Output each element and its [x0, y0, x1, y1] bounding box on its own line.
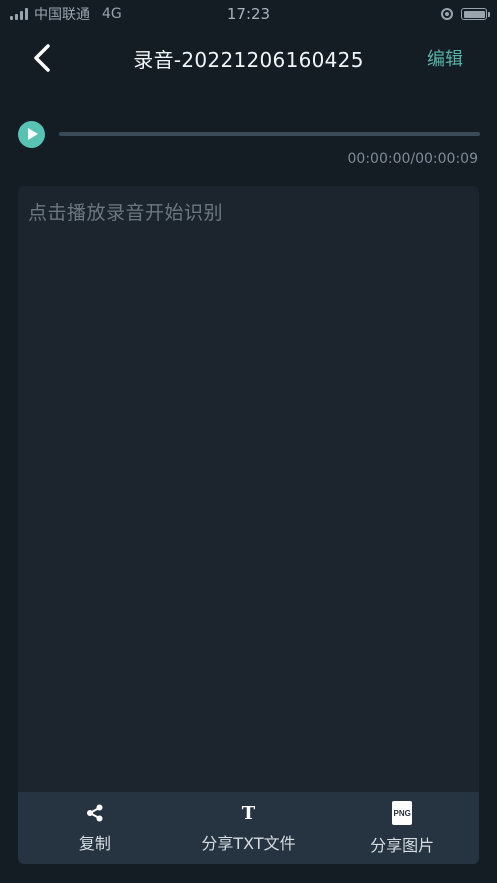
- progress-slider[interactable]: [59, 132, 480, 136]
- chevron-left-icon: [34, 44, 50, 72]
- share-image-label: 分享图片: [370, 836, 435, 855]
- edit-button[interactable]: 编辑: [427, 45, 463, 71]
- png-file-icon: PNG: [392, 800, 413, 826]
- time-readout: 00:00:00/00:00:09: [347, 151, 478, 167]
- page-title: 录音-20221206160425: [133, 47, 364, 72]
- png-icon-label: PNG: [392, 801, 413, 825]
- play-icon: [27, 128, 38, 140]
- battery-icon: [461, 8, 490, 20]
- share-image-button[interactable]: PNG 分享图片: [325, 792, 479, 864]
- copy-button[interactable]: 复制: [18, 792, 172, 864]
- network-type: 4G: [102, 6, 122, 22]
- nav-bar: 录音-20221206160425 编辑: [0, 28, 497, 88]
- signal-strength-icon: [10, 8, 28, 20]
- transcript-area[interactable]: 点击播放录音开始识别: [18, 186, 479, 792]
- back-button[interactable]: [26, 42, 58, 74]
- share-icon: [86, 802, 104, 824]
- share-txt-label: 分享TXT文件: [201, 834, 296, 853]
- text-t-icon: T: [241, 802, 256, 824]
- transcript-placeholder: 点击播放录音开始识别: [28, 202, 224, 224]
- recording-detail-screen: 中国联通 4G 17:23 录音-20221206160425 编辑 00:00…: [0, 0, 497, 883]
- audio-player: [18, 118, 480, 150]
- battery-level: [463, 10, 485, 18]
- play-button[interactable]: [18, 120, 45, 148]
- bottom-toolbar: 复制 T 分享TXT文件 PNG 分享图片: [18, 792, 479, 864]
- copy-label: 复制: [78, 834, 111, 853]
- carrier-name: 中国联通: [34, 7, 90, 23]
- orientation-lock-icon: [441, 8, 453, 20]
- status-bar: 中国联通 4G 17:23: [0, 0, 497, 28]
- share-txt-button[interactable]: T 分享TXT文件: [172, 792, 326, 864]
- status-left: 中国联通 4G: [10, 4, 122, 24]
- status-right: [441, 8, 490, 20]
